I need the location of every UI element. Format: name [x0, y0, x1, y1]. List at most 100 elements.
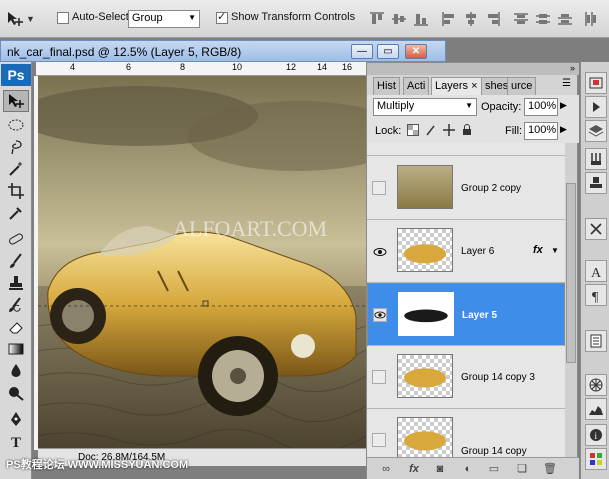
eyedropper-icon [9, 207, 22, 220]
gradient-tool-button[interactable] [3, 338, 29, 360]
stamp-tool-button[interactable] [3, 272, 29, 294]
blend-mode-dropdown[interactable]: Multiply ▼ [373, 98, 477, 116]
notes-icon[interactable] [585, 330, 607, 352]
visibility-toggle[interactable] [372, 370, 386, 384]
link-layers-icon[interactable]: ∞ [379, 462, 393, 476]
brushes-icon[interactable] [585, 148, 607, 170]
marquee-tool-button[interactable] [3, 114, 29, 136]
history-brush-tool-button[interactable] [3, 294, 29, 316]
maximize-button[interactable]: ▭ [377, 44, 399, 59]
layers-scrollbar[interactable] [565, 143, 577, 457]
brush-tool-button[interactable] [3, 250, 29, 272]
tool-preset-picker[interactable]: ▼ [6, 9, 36, 29]
tool-presets-icon[interactable] [585, 218, 607, 240]
fill-slider-arrow-icon[interactable]: ▶ [560, 124, 567, 135]
document-titlebar[interactable]: nk_car_final.psd @ 12.5% (Layer 5, RGB/8… [0, 40, 446, 62]
histogram-icon[interactable] [585, 398, 607, 420]
color-wheel-icon[interactable] [585, 374, 607, 396]
new-group-icon[interactable]: ▭ [487, 462, 501, 476]
site-watermark: PS教程论坛 WWW.MISSYUAN.COM [6, 459, 189, 471]
swatches-icon[interactable] [585, 448, 607, 470]
move-icon [9, 94, 24, 108]
character-icon[interactable]: A [585, 260, 607, 282]
type-tool-button[interactable]: T [3, 430, 29, 452]
blur-tool-button[interactable] [3, 360, 29, 382]
info-icon[interactable]: i [585, 424, 607, 446]
eraser-tool-button[interactable] [3, 316, 29, 338]
eye-icon[interactable] [372, 244, 387, 258]
distribute-center-icon[interactable] [534, 10, 552, 28]
layer-row-group-14-copy-3[interactable]: Group 14 copy 3 [367, 346, 565, 409]
align-vertical-centers-icon[interactable] [390, 10, 408, 28]
eyedropper-tool-button[interactable] [3, 202, 29, 224]
tools-panel: Ps T [0, 62, 32, 479]
close-tab-icon[interactable]: × [471, 80, 477, 92]
distribute-bottom-icon[interactable] [556, 10, 574, 28]
image-canvas[interactable]: ALFOART.COM [38, 76, 366, 450]
crop-tool-button[interactable] [3, 180, 29, 202]
tab-layers[interactable]: Layers × [431, 77, 482, 95]
trash-icon[interactable]: 🗑 [543, 462, 557, 476]
layer-row[interactable] [367, 143, 565, 156]
layer-thumbnail [397, 354, 453, 398]
tab-actions[interactable]: Acti [403, 77, 430, 95]
auto-select-dropdown[interactable]: Group ▼ [128, 10, 200, 28]
distribute-top-icon[interactable] [512, 10, 530, 28]
auto-select-label: Auto-Select: [72, 11, 132, 23]
layer-row-group-14-copy[interactable]: Group 14 copy [367, 409, 565, 457]
opacity-input[interactable]: 100% [524, 98, 558, 116]
lock-transparent-icon[interactable] [407, 124, 419, 136]
new-layer-icon[interactable]: ❏ [515, 462, 529, 476]
ruler-tick: 16 [342, 62, 353, 72]
layer-row-layer-5[interactable]: Layer 5 [367, 283, 565, 346]
close-button[interactable]: ✕ [405, 44, 427, 59]
tab-history[interactable]: Hist [373, 77, 400, 95]
fill-input[interactable]: 100% [524, 122, 558, 140]
chevron-down-icon[interactable]: ▼ [551, 246, 559, 255]
actions-icon[interactable] [585, 96, 607, 118]
navigator-icon[interactable] [585, 72, 607, 94]
align-horizontal-centers-icon[interactable] [462, 10, 480, 28]
layer-row-group-2-copy[interactable]: Group 2 copy [367, 157, 565, 220]
panel-header-bar[interactable]: » [367, 63, 579, 75]
healing-tool-button[interactable] [3, 228, 29, 250]
document-title: nk_car_final.psd @ 12.5% (Layer 5, RGB/8… [7, 45, 242, 59]
auto-select-checkbox[interactable] [57, 12, 69, 24]
visibility-toggle[interactable] [372, 181, 386, 195]
eye-icon[interactable] [373, 308, 387, 322]
adjustment-layer-icon[interactable]: ◐ [461, 462, 475, 476]
lasso-tool-button[interactable] [3, 136, 29, 158]
layer-row-layer-6[interactable]: Layer 6 fx ▼ [367, 220, 565, 283]
ps-logo[interactable]: Ps [1, 64, 31, 86]
distribute-left-icon[interactable] [582, 10, 600, 28]
dodge-icon [9, 387, 24, 401]
dodge-tool-button[interactable] [3, 382, 29, 404]
panel-menu-icon[interactable]: ☰ [562, 78, 571, 89]
move-tool-button[interactable] [3, 90, 29, 112]
lock-position-icon[interactable] [443, 124, 455, 136]
opacity-slider-arrow-icon[interactable]: ▶ [560, 100, 567, 111]
collapse-icon[interactable]: » [570, 63, 575, 73]
align-right-edges-icon[interactable] [484, 10, 502, 28]
align-top-edges-icon[interactable] [368, 10, 386, 28]
visibility-toggle[interactable] [372, 433, 386, 447]
scrollbar-thumb[interactable] [566, 183, 576, 363]
clone-source-icon[interactable] [585, 172, 607, 194]
add-mask-icon[interactable]: ◙ [433, 462, 447, 476]
history-brush-icon [9, 297, 21, 312]
horizontal-ruler[interactable]: 4 6 8 10 12 14 16 [36, 62, 366, 76]
add-layer-style-icon[interactable]: fx [407, 462, 421, 476]
pen-tool-button[interactable] [3, 408, 29, 430]
minimize-button[interactable]: — [351, 44, 373, 59]
align-left-edges-icon[interactable] [440, 10, 458, 28]
layers-icon[interactable] [585, 120, 607, 142]
tab-source[interactable]: urce [507, 77, 537, 95]
droplet-icon [11, 364, 21, 377]
lock-image-icon[interactable] [425, 124, 437, 136]
align-bottom-edges-icon[interactable] [412, 10, 430, 28]
show-transform-checkbox[interactable] [216, 10, 228, 24]
fx-icon[interactable]: fx [533, 244, 543, 256]
paragraph-icon[interactable]: ¶ [585, 284, 607, 306]
lock-all-icon[interactable] [461, 124, 473, 136]
magic-wand-tool-button[interactable] [3, 158, 29, 180]
